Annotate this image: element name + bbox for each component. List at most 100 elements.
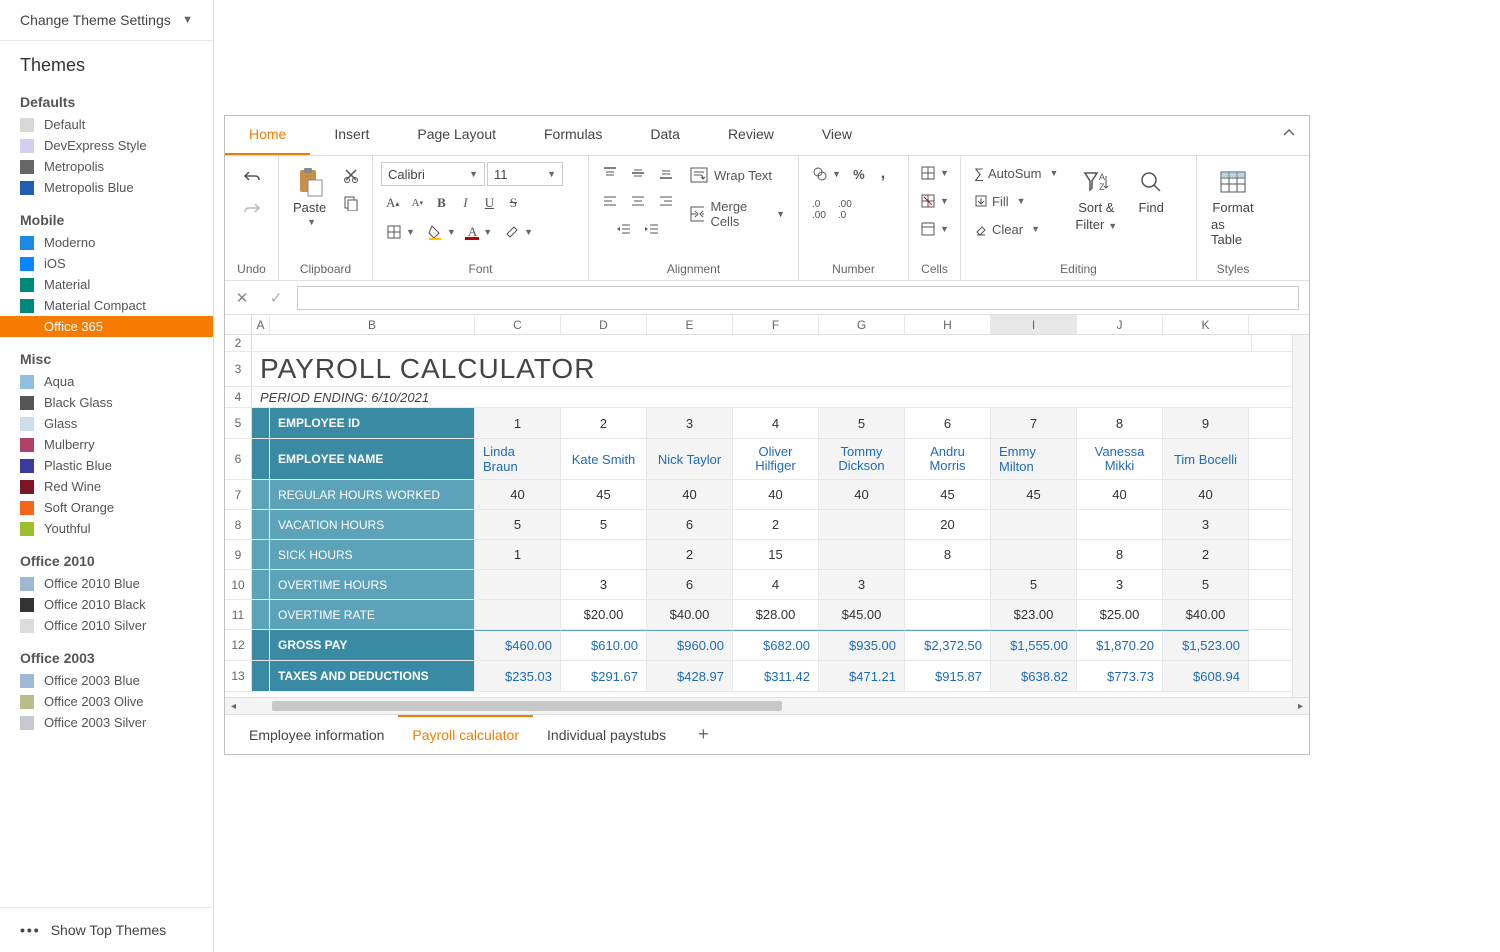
scroll-right-icon[interactable]: ▸ [1292,701,1309,712]
theme-item[interactable]: Office 2003 Blue [0,670,213,691]
cell[interactable]: $1,555.00 [991,630,1077,660]
cell[interactable]: 6 [905,408,991,438]
wrap-text-button[interactable]: Wrap Text [685,164,777,186]
row-header[interactable]: 7 [225,480,252,509]
font-size-select[interactable]: 11▼ [487,162,563,186]
theme-item[interactable]: Youthful [0,518,213,539]
cell[interactable]: 1 [475,408,561,438]
row-header[interactable]: 12 [225,630,252,660]
cell[interactable]: Kate Smith [561,439,647,479]
cell[interactable] [819,510,905,539]
cell[interactable]: PAYROLL CALCULATOR [252,352,1252,386]
cell[interactable] [475,600,561,629]
theme-item[interactable]: Office 2003 Olive [0,691,213,712]
align-middle-button[interactable] [625,162,651,184]
cell[interactable] [905,570,991,599]
cell[interactable]: OliverHilfiger [733,439,819,479]
cell[interactable]: 5 [475,510,561,539]
cell[interactable]: 2 [733,510,819,539]
column-header[interactable]: E [647,315,733,334]
cell[interactable]: EMPLOYEE NAME [270,439,475,479]
cell[interactable]: 5 [819,408,905,438]
sheet-tab[interactable]: Employee information [235,717,398,753]
percent-button[interactable]: % [848,163,870,185]
theme-item[interactable]: iOS [0,253,213,274]
cell[interactable] [991,540,1077,569]
cell[interactable]: 6 [647,570,733,599]
ribbon-tab[interactable]: Data [626,116,704,155]
cell[interactable]: 40 [1163,480,1249,509]
cell[interactable]: 1 [475,540,561,569]
italic-button[interactable]: I [454,192,476,214]
show-top-themes[interactable]: ••• Show Top Themes [0,907,213,952]
column-header[interactable]: H [905,315,991,334]
cell[interactable]: REGULAR HOURS WORKED [270,480,475,509]
cell[interactable]: Linda Braun [475,439,561,479]
row-header[interactable]: 5 [225,408,252,438]
decrease-decimal-button[interactable]: .00.0 [833,196,857,224]
theme-item[interactable]: Office 365 [0,316,213,337]
currency-button[interactable]: ▼ [807,163,846,185]
borders-button[interactable]: ▼ [381,221,420,243]
cell[interactable]: 8 [1077,540,1163,569]
align-top-button[interactable] [597,162,623,184]
horizontal-scrollbar[interactable]: ◂ ▸ [225,697,1309,714]
cell[interactable]: 5 [561,510,647,539]
cell[interactable]: Nick Taylor [647,439,733,479]
cell[interactable]: 40 [647,480,733,509]
column-header[interactable]: A [252,315,270,334]
cell[interactable]: 3 [819,570,905,599]
cell[interactable] [819,540,905,569]
cell[interactable]: 3 [1163,510,1249,539]
align-left-button[interactable] [597,190,623,212]
cell[interactable] [991,510,1077,539]
cell[interactable]: 3 [561,570,647,599]
merge-cells-button[interactable]: Merge Cells▼ [685,196,790,232]
cell[interactable] [252,570,270,599]
cell[interactable]: 2 [647,540,733,569]
cell[interactable]: Emmy Milton [991,439,1077,479]
ribbon-tab[interactable]: Insert [310,116,393,155]
ribbon-tab[interactable]: Page Layout [393,116,520,155]
vertical-scrollbar[interactable] [1292,335,1309,697]
font-name-select[interactable]: Calibri▼ [381,162,485,186]
theme-item[interactable]: Office 2010 Black [0,594,213,615]
collapse-ribbon-icon[interactable] [1269,116,1309,155]
comma-button[interactable]: , [872,162,894,186]
theme-item[interactable]: Plastic Blue [0,455,213,476]
cell[interactable]: 3 [647,408,733,438]
cell[interactable]: 9 [1163,408,1249,438]
cell[interactable]: VACATION HOURS [270,510,475,539]
cell[interactable]: 4 [733,570,819,599]
underline-button[interactable]: U [478,192,500,214]
theme-item[interactable]: Office 2003 Silver [0,712,213,733]
cell[interactable]: 45 [905,480,991,509]
row-header[interactable]: 10 [225,570,252,599]
cell[interactable]: 45 [561,480,647,509]
theme-item[interactable]: DevExpress Style [0,135,213,156]
column-header[interactable]: I [991,315,1077,334]
column-header[interactable]: D [561,315,647,334]
column-header[interactable]: K [1163,315,1249,334]
format-as-table-button[interactable]: Format as Table [1205,162,1261,251]
theme-item[interactable]: Mulberry [0,434,213,455]
cell[interactable] [252,540,270,569]
cell[interactable]: 20 [905,510,991,539]
cell[interactable]: VanessaMikki [1077,439,1163,479]
cell[interactable]: $608.94 [1163,661,1249,691]
theme-item[interactable]: Soft Orange [0,497,213,518]
cell[interactable]: $291.67 [561,661,647,691]
cell[interactable]: 2 [561,408,647,438]
paste-button[interactable]: Paste ▼ [287,162,332,231]
cell[interactable]: 40 [733,480,819,509]
scroll-left-icon[interactable]: ◂ [225,701,242,712]
scroll-thumb[interactable] [272,701,782,711]
cut-button[interactable] [338,164,364,186]
fill-button[interactable]: Fill▼ [969,190,1031,212]
theme-item[interactable]: Office 2010 Blue [0,573,213,594]
cell[interactable]: 3 [1077,570,1163,599]
align-center-button[interactable] [625,190,651,212]
cell[interactable] [252,600,270,629]
column-header[interactable]: B [270,315,475,334]
theme-item[interactable]: Moderno [0,232,213,253]
